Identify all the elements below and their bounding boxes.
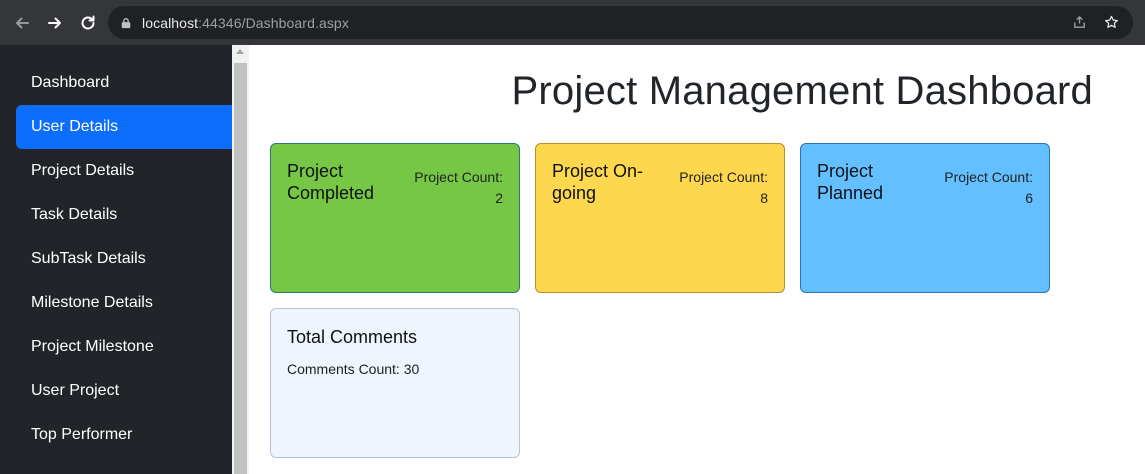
sidebar-item-task-details[interactable]: Task Details xyxy=(16,193,232,237)
card-title: Project Planned xyxy=(817,161,884,203)
back-button[interactable] xyxy=(6,7,38,39)
card-title: Project On-going xyxy=(552,161,644,203)
sidebar-item-user-project[interactable]: User Project xyxy=(16,369,232,413)
project-count-label: Project Count: xyxy=(679,169,768,185)
reload-icon xyxy=(81,15,95,29)
arrow-right-icon xyxy=(48,17,61,28)
arrow-left-icon xyxy=(16,17,29,28)
url-host: localhost xyxy=(142,14,199,31)
project-count-value: 8 xyxy=(760,190,768,206)
project-planned-card[interactable]: Project Planned Project Count: 6 xyxy=(800,143,1050,293)
sidebar-item-dashboard[interactable]: Dashboard xyxy=(16,61,232,105)
project-count-label: Project Count: xyxy=(414,169,503,185)
sidebar-item-top-performer[interactable]: Top Performer xyxy=(16,413,232,457)
sidebar-scrollbar[interactable] xyxy=(232,45,249,474)
scrollbar-thumb[interactable] xyxy=(234,63,247,474)
sidebar-item-subtask-details[interactable]: SubTask Details xyxy=(16,237,232,281)
reload-button[interactable] xyxy=(72,7,104,39)
share-icon[interactable] xyxy=(1071,14,1087,30)
scroll-up-arrow-icon[interactable] xyxy=(236,49,244,54)
card-title: Total Comments xyxy=(287,327,418,347)
sidebar-menu: Dashboard User Details Project Details T… xyxy=(16,61,232,457)
sidebar-item-project-details[interactable]: Project Details xyxy=(16,149,232,193)
sidebar-item-project-milestone[interactable]: Project Milestone xyxy=(16,325,232,369)
sidebar-item-milestone-details[interactable]: Milestone Details xyxy=(16,281,232,325)
url-text: localhost:44346/Dashboard.aspx xyxy=(142,15,349,31)
project-count-value: 2 xyxy=(495,190,503,206)
forward-button[interactable] xyxy=(39,7,71,39)
card-title: Project Completed xyxy=(287,161,375,203)
comments-count: Comments Count: 30 xyxy=(287,361,420,377)
project-count-label: Project Count: xyxy=(944,169,1033,185)
sidebar-item-user-details[interactable]: User Details xyxy=(16,105,232,149)
lock-icon xyxy=(120,16,134,30)
main-content: Project Management Dashboard Project Com… xyxy=(249,45,1145,474)
project-ongoing-card[interactable]: Project On-going Project Count: 8 xyxy=(535,143,785,293)
project-completed-card[interactable]: Project Completed Project Count: 2 xyxy=(270,143,520,293)
address-bar[interactable]: localhost:44346/Dashboard.aspx xyxy=(108,6,1133,39)
page-title: Project Management Dashboard xyxy=(511,69,1093,113)
sidebar: Dashboard User Details Project Details T… xyxy=(0,45,232,474)
total-comments-card[interactable]: Total Comments Comments Count: 30 xyxy=(270,308,520,458)
project-count-value: 6 xyxy=(1025,190,1033,206)
browser-toolbar: localhost:44346/Dashboard.aspx xyxy=(0,0,1145,45)
url-path: :44346/Dashboard.aspx xyxy=(198,14,349,31)
bookmark-star-icon[interactable] xyxy=(1103,14,1119,30)
